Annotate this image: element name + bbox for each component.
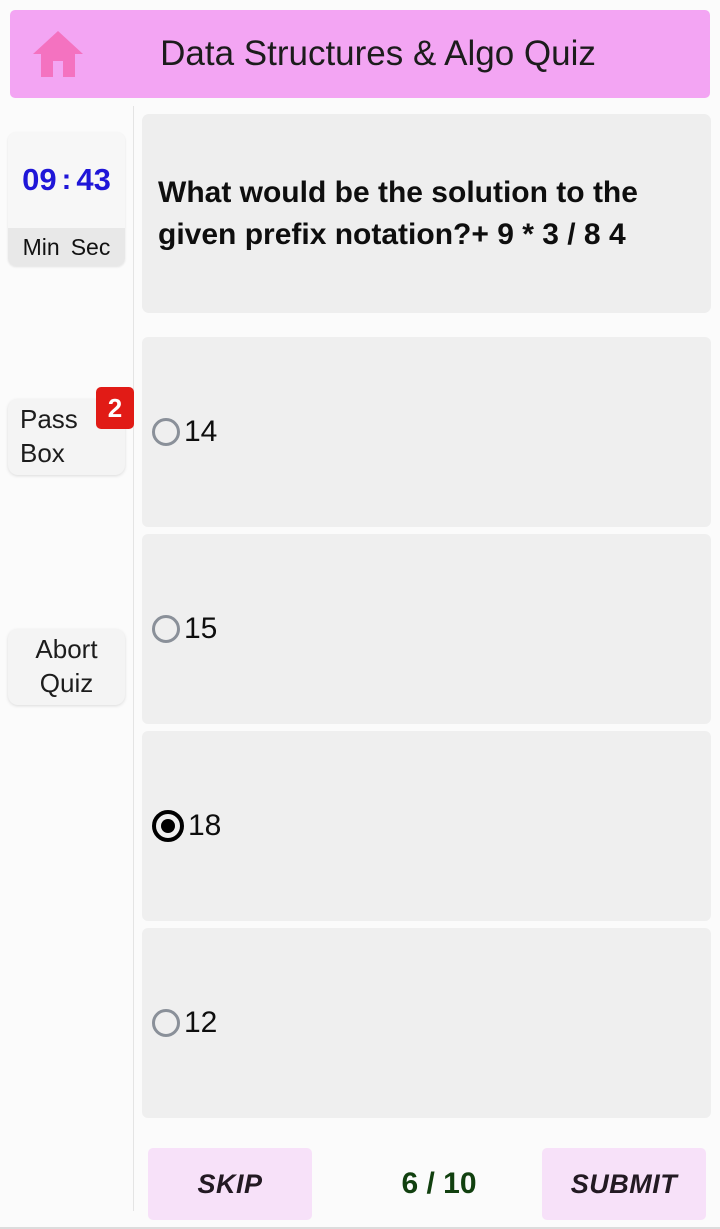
option-card[interactable]: 14 [142,337,711,527]
options-list: 14 15 18 12 [142,337,711,1125]
timer-unit-labels: Min Sec [8,228,125,266]
option-card[interactable]: 18 [142,731,711,921]
question-card: What would be the solution to the given … [142,114,711,313]
home-icon [31,29,85,79]
main-content: What would be the solution to the given … [134,106,720,1229]
pass-box-badge: 2 [96,387,134,429]
body-area: 09 : 43 Min Sec 2 Pass Box Abort Quiz Wh… [0,106,720,1229]
radio-selected-icon[interactable] [152,810,184,842]
timer-separator: : [61,163,72,196]
option-label: 12 [184,1006,218,1039]
option-label: 14 [184,415,218,448]
abort-quiz-label-line1: Abort [35,634,98,665]
timer-widget: 09 : 43 Min Sec [8,132,125,266]
home-button[interactable] [10,10,106,98]
page-title: Data Structures & Algo Quiz [160,34,596,73]
pass-box-wrapper: 2 Pass Box [8,387,134,477]
question-text: What would be the solution to the given … [158,176,638,251]
pass-box-label-line2: Box [20,438,65,468]
option-label: 18 [188,809,222,842]
option-label: 15 [184,612,218,645]
radio-unselected-icon[interactable] [152,418,180,446]
sidebar: 09 : 43 Min Sec 2 Pass Box Abort Quiz [0,106,134,1211]
timer-minutes: 09 [22,162,57,197]
timer-seconds: 43 [76,162,111,197]
radio-unselected-icon[interactable] [152,1009,180,1037]
option-card[interactable]: 15 [142,534,711,724]
skip-button[interactable]: SKIP [148,1148,312,1220]
quiz-app-screen: Data Structures & Algo Quiz 09 : 43 Min … [0,0,720,1229]
app-header: Data Structures & Algo Quiz [10,10,710,98]
timer-min-label: Min [22,233,60,260]
option-card[interactable]: 12 [142,928,711,1118]
bottom-action-bar: SKIP 6 / 10 SUBMIT [134,1142,720,1226]
progress-counter: 6 / 10 [401,1167,477,1200]
submit-button[interactable]: SUBMIT [542,1148,706,1220]
abort-quiz-button[interactable]: Abort Quiz [8,629,125,705]
timer-sec-label: Sec [70,233,111,260]
timer-display: 09 : 43 [8,132,125,228]
abort-quiz-label-line2: Quiz [39,668,94,698]
radio-unselected-icon[interactable] [152,615,180,643]
